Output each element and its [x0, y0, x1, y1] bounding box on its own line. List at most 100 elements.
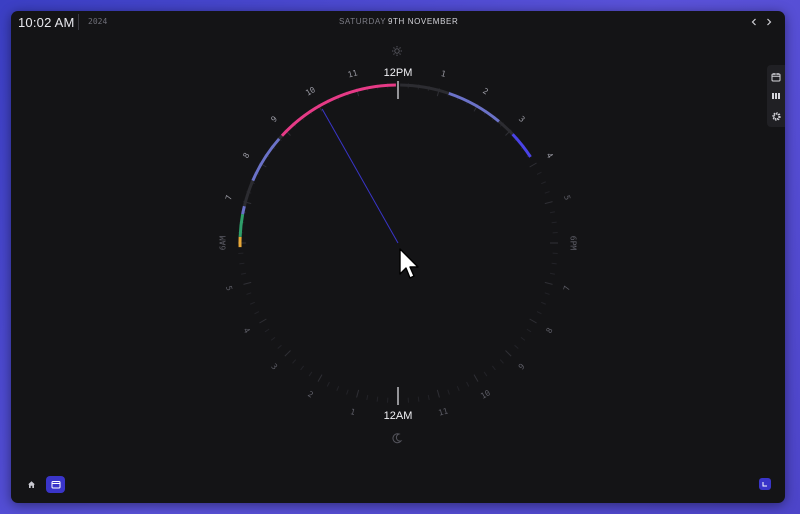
- clock-tick: [317, 374, 323, 382]
- clock-tick: [277, 344, 282, 349]
- clock-tick: [520, 336, 526, 341]
- clock-tick: [243, 281, 252, 285]
- settings-button[interactable]: [767, 106, 785, 126]
- schedule-segment[interactable]: [241, 205, 246, 215]
- schedule-segment[interactable]: [251, 137, 281, 182]
- hour-label: 9: [517, 362, 527, 372]
- clock-tick: [249, 301, 255, 305]
- clock-tick: [549, 211, 556, 214]
- schedule-segment[interactable]: [280, 83, 396, 137]
- hour-label: 8: [241, 151, 251, 160]
- clock-tick: [427, 394, 430, 401]
- columns-view-button[interactable]: [767, 86, 785, 106]
- clock-tick: [529, 162, 537, 168]
- clock-tick: [526, 328, 532, 333]
- widget-icon: [762, 482, 767, 487]
- hour-label: 10: [304, 85, 317, 98]
- clock-tick: [246, 292, 252, 295]
- clock-tick: [505, 350, 512, 357]
- app-window: 10:02 AM 2024 SATURDAY 9TH NOVEMBER 1234…: [11, 11, 785, 503]
- clock-tick: [473, 374, 479, 382]
- schedule-segment[interactable]: [400, 83, 450, 95]
- calendar-view-button[interactable]: [46, 476, 65, 493]
- hour-label: 6PM: [569, 236, 578, 251]
- hour-label: 7: [224, 194, 234, 201]
- clock-tick: [544, 281, 553, 285]
- clock-tick: [376, 396, 379, 402]
- hour-label: 11: [347, 68, 359, 79]
- calendar-add-icon: [771, 73, 781, 82]
- clock-tick: [551, 262, 557, 265]
- hour-label: 8: [544, 326, 554, 335]
- hour-label: 9: [269, 114, 279, 124]
- clock-tick: [259, 318, 267, 324]
- clock-tick: [239, 262, 245, 265]
- clock-tick: [240, 272, 247, 275]
- clock-tick: [456, 386, 460, 392]
- clock-tick: [417, 396, 420, 402]
- hour-label: 2: [481, 86, 490, 96]
- hour-label: 1: [440, 69, 447, 79]
- clock-tick: [544, 201, 553, 205]
- clock-tick: [436, 389, 440, 398]
- moon-icon: [392, 433, 403, 444]
- clock-tick: [336, 386, 340, 392]
- hour-label: 5: [224, 285, 234, 292]
- home-icon: [28, 481, 35, 488]
- clock-tick: [549, 272, 556, 275]
- schedule-segment[interactable]: [242, 180, 255, 207]
- clock-tick: [514, 344, 519, 349]
- columns-icon: [772, 93, 780, 99]
- schedule-segment[interactable]: [498, 120, 514, 136]
- noon-label: 12PM: [384, 67, 413, 79]
- add-event-button[interactable]: [767, 67, 785, 87]
- schedule-segment[interactable]: [238, 213, 245, 237]
- hour-label: 10: [479, 388, 492, 401]
- schedule-segment[interactable]: [278, 134, 284, 140]
- clock-tick: [544, 292, 550, 295]
- clock-tick: [300, 365, 305, 371]
- clock-tick: [551, 221, 557, 224]
- clock-tick: [366, 394, 369, 401]
- clock-tick: [536, 311, 542, 315]
- home-button[interactable]: [22, 476, 41, 493]
- clock-tick: [326, 381, 330, 387]
- schedule-arc[interactable]: [238, 83, 532, 248]
- clock-tick: [499, 359, 504, 364]
- clock-tick: [356, 389, 360, 398]
- hour-label: 7: [562, 285, 572, 292]
- hour-label: 3: [269, 362, 279, 372]
- clock-tick: [541, 301, 547, 305]
- clock-tick: [529, 318, 537, 324]
- clock-tick: [270, 336, 276, 341]
- clock-tick: [284, 350, 291, 357]
- calendar-icon: [51, 481, 60, 489]
- hour-label: 6AM: [219, 236, 228, 251]
- widget-button[interactable]: [759, 478, 771, 490]
- schedule-segment[interactable]: [511, 133, 532, 158]
- hour-label: 3: [517, 114, 527, 124]
- clock-tick: [544, 191, 550, 194]
- mouse-pointer-icon: [399, 248, 419, 279]
- clock-tick: [466, 381, 470, 387]
- clock-tick: [346, 389, 349, 395]
- clock-tick: [292, 359, 297, 364]
- clock-tick: [536, 171, 542, 175]
- day-clock[interactable]: 123456PM7891011123456AM7891011 12PM 12AM: [11, 11, 785, 503]
- sun-icon: [392, 46, 402, 56]
- clock-tick: [491, 365, 496, 371]
- hour-label: 4: [241, 326, 251, 335]
- hour-label: 1: [349, 407, 356, 417]
- gear-icon: [771, 111, 781, 121]
- clock-tick: [483, 371, 488, 377]
- midnight-label: 12AM: [384, 410, 413, 422]
- clock-tick: [254, 311, 260, 315]
- current-time-hand: [321, 108, 399, 244]
- clock-tick: [541, 181, 547, 185]
- hour-label: 5: [562, 194, 572, 201]
- clock-tick: [447, 389, 450, 395]
- hour-label: 2: [306, 389, 315, 399]
- clock-tick: [264, 328, 270, 333]
- right-toolbar: [767, 65, 785, 127]
- schedule-segment[interactable]: [448, 91, 500, 123]
